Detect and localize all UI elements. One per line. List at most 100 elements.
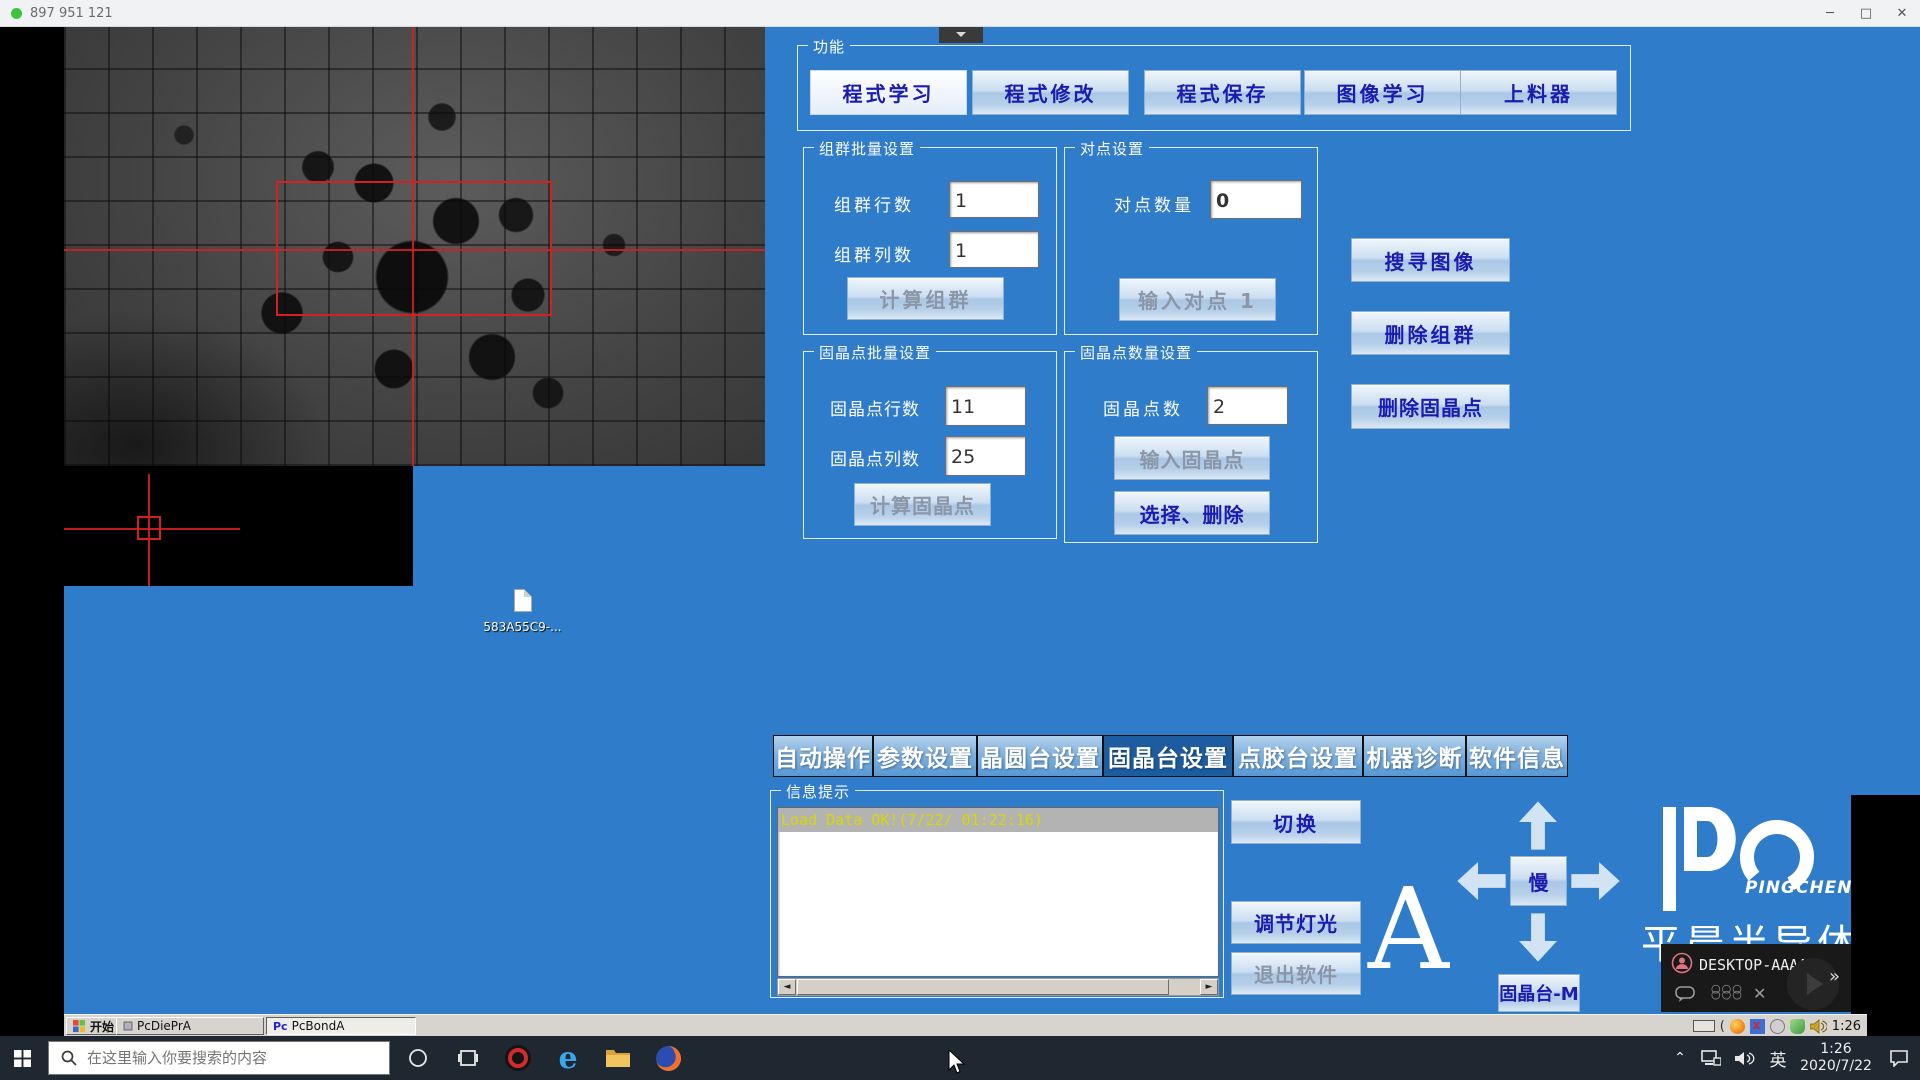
calc-die-button[interactable]: 计算固晶点 [854, 483, 991, 526]
feeder-button[interactable]: 上料器 [1460, 70, 1617, 115]
tab-machine-diagnosis[interactable]: 机器诊断 [1363, 735, 1466, 777]
die-count-title: 固晶点数量设置 [1075, 342, 1197, 363]
recording-dot-icon [11, 8, 22, 19]
group-batch-groupbox: 组群批量设置 组群行数 组群列数 计算组群 [803, 147, 1057, 335]
input-align-point-button[interactable]: 输入对点 1 [1119, 278, 1276, 321]
search-icon [61, 1050, 77, 1066]
align-count-input[interactable] [1210, 180, 1302, 219]
calc-group-button[interactable]: 计算组群 [847, 277, 1004, 320]
tab-parameter-settings[interactable]: 参数设置 [873, 735, 977, 777]
select-delete-button[interactable]: 选择、删除 [1114, 491, 1270, 535]
app-window-icon [123, 1021, 133, 1031]
file-explorer-icon[interactable] [596, 1036, 640, 1080]
taskbar-search[interactable] [48, 1041, 390, 1075]
overlay-close-icon[interactable]: ✕ [1753, 984, 1766, 1003]
jog-right-arrow[interactable] [1569, 862, 1622, 900]
chat-icon[interactable] [1675, 986, 1695, 1002]
close-button[interactable]: ✕ [1884, 0, 1920, 27]
tray-chevron-up-icon[interactable]: ⌃ [1666, 1036, 1694, 1080]
search-image-button[interactable]: 搜寻图像 [1351, 238, 1510, 282]
flower-tray-icon[interactable] [1730, 1019, 1745, 1034]
network-error-tray-icon[interactable]: x [1750, 1019, 1765, 1034]
shield-tray-icon[interactable] [1790, 1019, 1805, 1034]
classic-start-button[interactable]: 开始 [66, 1017, 121, 1035]
window-titlebar: 897 951 121 ─ □ ✕ [0, 0, 1920, 27]
windows-logo-icon [14, 1050, 31, 1067]
group-cols-input[interactable] [949, 231, 1039, 268]
clock-tray-icon[interactable] [1770, 1019, 1785, 1034]
volume-tray-icon[interactable] [1810, 1019, 1827, 1034]
jog-left-arrow[interactable] [1455, 862, 1508, 900]
tab-software-info[interactable]: 软件信息 [1466, 735, 1568, 777]
task-label: PcBondA [292, 1019, 345, 1033]
collapse-chevron-button[interactable] [939, 27, 983, 43]
delete-die-button[interactable]: 删除固晶点 [1351, 384, 1510, 429]
tab-dispense-stage[interactable]: 点胶台设置 [1233, 735, 1363, 777]
group-cols-label: 组群列数 [834, 241, 914, 266]
die-count-input[interactable] [1207, 386, 1288, 425]
network-icon[interactable] [1694, 1036, 1728, 1080]
die-rows-input[interactable] [945, 386, 1026, 426]
volume-icon[interactable] [1728, 1036, 1762, 1080]
program-modify-button[interactable]: 程式修改 [972, 70, 1129, 115]
tab-auto-operation[interactable]: 自动操作 [773, 735, 873, 777]
switch-button[interactable]: 切换 [1231, 800, 1361, 844]
camera-view[interactable] [64, 27, 765, 466]
align-point-title: 对点设置 [1075, 138, 1149, 159]
info-title: 信息提示 [781, 781, 855, 802]
adjust-light-button[interactable]: 调节灯光 [1231, 901, 1361, 944]
screen-recorder-icon[interactable] [496, 1036, 540, 1080]
die-stage-m-button[interactable]: 固晶台-M [1498, 974, 1580, 1012]
info-listbox[interactable]: Load Data OK!(7/22/ 01:22:16) [777, 807, 1219, 977]
task-button-pcbonda[interactable]: Pc PcBondA [266, 1017, 416, 1035]
chevron-down-icon [956, 32, 966, 42]
info-message-row[interactable]: Load Data OK!(7/22/ 01:22:16) [778, 808, 1218, 832]
window-title: 897 951 121 [30, 0, 113, 27]
tab-wafer-stage[interactable]: 晶圆台设置 [977, 735, 1103, 777]
die-cols-input[interactable] [945, 436, 1026, 476]
firefox-browser-icon[interactable] [646, 1036, 690, 1080]
task-view-icon[interactable] [446, 1036, 490, 1080]
desktop-file-label: 583A55C9-... [470, 620, 575, 634]
cortana-icon[interactable] [396, 1036, 440, 1080]
scroll-right-arrow-icon[interactable]: ► [1200, 979, 1218, 995]
minimize-button[interactable]: ─ [1812, 0, 1848, 27]
jog-up-arrow[interactable] [1519, 799, 1557, 852]
apps-grid-icon[interactable]: ○○○○○○ [1711, 986, 1743, 998]
align-count-label: 对点数量 [1114, 191, 1194, 216]
app-taskbar: 开始 PcDiePrA Pc PcBondA ( x 1:26 [64, 1014, 1867, 1036]
language-indicator[interactable]: 英 [1762, 1036, 1794, 1080]
right-black-margin [1851, 795, 1920, 1014]
image-learn-button[interactable]: 图像学习 [1304, 70, 1461, 115]
program-learn-button[interactable]: 程式学习 [810, 70, 967, 115]
die-rows-label: 固晶点行数 [830, 395, 920, 420]
exit-software-button[interactable]: 退出软件 [1231, 952, 1361, 995]
edge-browser-icon[interactable]: e [546, 1036, 590, 1080]
align-point-groupbox: 对点设置 对点数量 输入对点 1 [1064, 147, 1318, 335]
delete-group-button[interactable]: 删除组群 [1351, 311, 1510, 355]
logo-brand-text: PINGCHEN [1745, 878, 1853, 898]
clock-tray[interactable]: 1:26 2020/7/22 [1794, 1036, 1878, 1080]
task-button-pcdiepra[interactable]: PcDiePrA [116, 1017, 264, 1035]
windows-flag-icon [73, 1020, 86, 1033]
tab-die-stage[interactable]: 固晶台设置 [1103, 735, 1233, 777]
input-die-button[interactable]: 输入固晶点 [1114, 436, 1270, 480]
app-system-tray: ( x 1:26 [1693, 1015, 1861, 1037]
scroll-left-arrow-icon[interactable]: ◄ [778, 979, 796, 995]
start-button[interactable] [0, 1036, 44, 1080]
search-input[interactable] [87, 1049, 367, 1067]
action-center-icon[interactable] [1878, 1036, 1920, 1080]
jog-speed-button[interactable]: 慢 [1510, 856, 1567, 906]
keyboard-tray-icon[interactable] [1693, 1020, 1715, 1032]
group-rows-input[interactable] [949, 181, 1039, 218]
program-save-button[interactable]: 程式保存 [1144, 70, 1301, 115]
desktop-file-icon[interactable] [514, 589, 532, 612]
jog-down-arrow[interactable] [1519, 911, 1557, 964]
camera-black-band [64, 466, 413, 586]
die-batch-groupbox: 固晶点批量设置 固晶点行数 固晶点列数 计算固晶点 [803, 351, 1057, 539]
user-avatar-icon [1671, 952, 1693, 974]
scrollbar-thumb[interactable] [797, 979, 1169, 995]
expand-arrows-icon[interactable]: » [1829, 966, 1840, 987]
maximize-button[interactable]: □ [1848, 0, 1884, 27]
info-horizontal-scrollbar[interactable]: ◄ ► [777, 978, 1219, 996]
